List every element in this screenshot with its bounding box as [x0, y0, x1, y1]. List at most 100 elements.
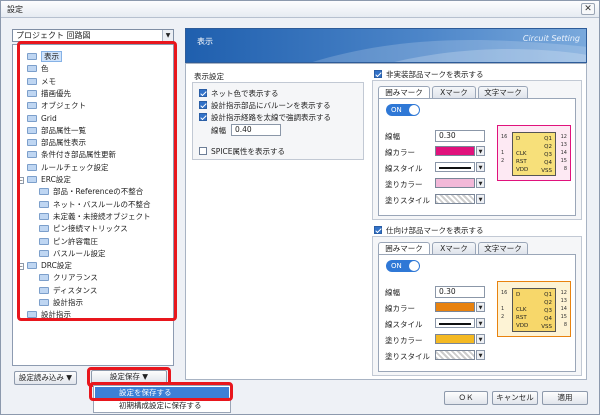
chip-body: D CLK RST VDD Q1 Q2 Q3 Q4 VSS [512, 288, 556, 332]
section-subtitle: Circuit Setting [522, 34, 580, 43]
chip-right-label: VSS [541, 168, 552, 174]
cancel-button[interactable]: キャンセル [492, 391, 538, 405]
non-mount-preview: D CLK RST VDD Q1 Q2 Q3 Q4 VSS 16 1 2 12 13 14 15 8 [497, 125, 571, 181]
chip-right-label: Q3 [544, 308, 552, 314]
spice-label: SPICE属性を表示する [211, 147, 285, 156]
pin-number: 13 [560, 142, 567, 148]
line-width-label: 線幅 [211, 126, 226, 135]
destination-tab-panel: ON 線幅 0.30 線カラー ▼ 線スタイル ▼ 塗りカラー ▼ 塗りスタイル… [378, 254, 576, 372]
non-mount-tab-panel: ON 線幅 0.30 線カラー ▼ 線スタイル ▼ 塗りカラー ▼ 塗りスタイル… [378, 98, 576, 216]
dm-row-line-style: 線スタイル [385, 320, 423, 329]
chip-left-label: D [516, 136, 521, 142]
dm-fill-color-swatch[interactable] [435, 334, 475, 344]
nm-width-input[interactable]: 0.30 [435, 130, 485, 142]
chevron-down-icon[interactable]: ▼ [476, 146, 485, 156]
pin-number: 12 [560, 134, 567, 140]
display-settings-group: ネット色で表示する 設計指示部品にバルーンを表示する 設計指示経路を太線で強調表… [192, 82, 364, 160]
chip-right-label: Q4 [544, 160, 552, 166]
chip-left-label: RST [516, 315, 527, 321]
dm-width-input[interactable]: 0.30 [435, 286, 485, 298]
balloon-checkbox[interactable] [199, 101, 207, 109]
chip-left-label: D [516, 292, 521, 298]
net-color-label: ネット色で表示する [211, 89, 279, 98]
chevron-down-icon[interactable]: ▼ [162, 30, 173, 41]
nm-line-color-swatch[interactable] [435, 146, 475, 156]
dm-line-style-box[interactable] [435, 318, 475, 328]
line-width-input[interactable]: 0.40 [231, 124, 281, 136]
non-mount-checkbox[interactable] [374, 70, 382, 78]
chip-right-label: Q1 [544, 292, 552, 298]
category-select-value: プロジェクト 回路図 [16, 31, 91, 40]
nm-line-style-box[interactable] [435, 162, 475, 172]
pin-number: 8 [563, 166, 567, 172]
chevron-down-icon[interactable]: ▼ [476, 334, 485, 344]
non-mount-toggle[interactable]: ON [386, 104, 420, 116]
chip-left-label: VDD [516, 167, 529, 173]
apply-button[interactable]: 適用 [542, 391, 588, 405]
close-button[interactable]: ✕ [581, 3, 595, 15]
pin-number: 1 [501, 150, 505, 156]
nm-row-line-color: 線カラー [385, 148, 415, 157]
spice-checkbox[interactable] [199, 147, 207, 155]
bold-route-checkbox[interactable] [199, 113, 207, 121]
destination-toggle[interactable]: ON [386, 260, 420, 272]
chip-right-label: VSS [541, 324, 552, 330]
dm-fill-style-swatch[interactable] [435, 350, 475, 360]
chip-body: D CLK RST VDD Q1 Q2 Q3 Q4 VSS [512, 132, 556, 176]
display-group-title: 表示設定 [194, 72, 224, 81]
chevron-down-icon[interactable]: ▼ [476, 302, 485, 312]
nm-row-line-style: 線スタイル [385, 164, 423, 173]
content-panel: 表示設定 ネット色で表示する 設計指示部品にバルーンを表示する 設計指示経路を太… [185, 63, 587, 380]
chevron-down-icon[interactable]: ▼ [476, 194, 485, 204]
chevron-down-icon: ▼ [66, 373, 73, 382]
non-mount-title: 非実装部品マークを表示する [386, 70, 484, 79]
pin-number: 16 [501, 290, 508, 296]
nm-fill-style-swatch[interactable] [435, 194, 475, 204]
dm-row-line-color: 線カラー [385, 304, 415, 313]
pin-number: 16 [501, 134, 508, 140]
pin-number: 2 [501, 158, 505, 164]
chip-right-label: Q2 [544, 300, 552, 306]
title-bar: 設定 ✕ [1, 1, 599, 18]
pin-number: 1 [501, 306, 505, 312]
nm-row-width: 線幅 [385, 132, 400, 141]
highlight-frame-tree [17, 41, 177, 321]
pin-number: 2 [501, 314, 505, 320]
dm-row-fill-style: 塗りスタイル [385, 352, 430, 361]
load-settings-button[interactable]: 設定読み込み ▼ [14, 371, 77, 385]
pin-number: 15 [560, 314, 567, 320]
chevron-down-icon[interactable]: ▼ [476, 162, 485, 172]
destination-checkbox[interactable] [374, 226, 382, 234]
chip-left-label: VDD [516, 323, 529, 329]
dm-row-fill-color: 塗りカラー [385, 336, 423, 345]
section-header: 表示 Circuit Setting [185, 28, 587, 63]
nm-fill-color-swatch[interactable] [435, 178, 475, 188]
section-title: 表示 [197, 37, 213, 46]
chip-left-label: CLK [516, 307, 527, 313]
destination-group: 囲みマーク Xマーク 文字マーク ON 線幅 0.30 線カラー ▼ 線スタイル… [372, 236, 582, 376]
balloon-label: 設計指示部品にバルーンを表示する [211, 101, 331, 110]
nm-row-fill-style: 塗りスタイル [385, 196, 430, 205]
non-mount-group: 囲みマーク Xマーク 文字マーク ON 線幅 0.30 線カラー ▼ 線スタイル… [372, 80, 582, 220]
destination-title: 仕向け部品マークを表示する [386, 226, 484, 235]
pin-number: 15 [560, 158, 567, 164]
chip-right-label: Q1 [544, 136, 552, 142]
chevron-down-icon[interactable]: ▼ [476, 178, 485, 188]
chip-right-label: Q2 [544, 144, 552, 150]
pin-number: 12 [560, 290, 567, 296]
chevron-down-icon[interactable]: ▼ [476, 318, 485, 328]
window-title: 設定 [7, 5, 23, 14]
chevron-down-icon[interactable]: ▼ [476, 350, 485, 360]
chip-right-label: Q4 [544, 316, 552, 322]
highlight-frame-save-menu [89, 382, 233, 401]
nm-row-fill-color: 塗りカラー [385, 180, 423, 189]
ok-button[interactable]: ＯＫ [444, 391, 488, 405]
chip-right-label: Q3 [544, 152, 552, 158]
pin-number: 14 [560, 306, 567, 312]
net-color-checkbox[interactable] [199, 89, 207, 97]
menu-item-save-initial[interactable]: 初期構成設定に保存する [95, 400, 229, 412]
pin-number: 8 [563, 322, 567, 328]
chip-left-label: CLK [516, 151, 527, 157]
settings-window: 設定 ✕ プロジェクト 回路図 ▼ 表示色メモ 描画優先 オブジェクト Grid 部品属… [0, 0, 600, 415]
dm-line-color-swatch[interactable] [435, 302, 475, 312]
